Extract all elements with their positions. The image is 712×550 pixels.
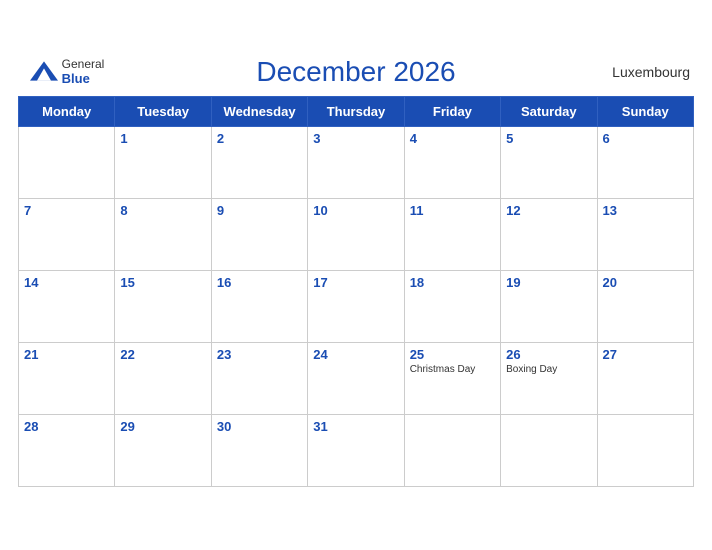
- calendar-cell: 16: [211, 270, 307, 342]
- calendar-cell: 11: [404, 198, 500, 270]
- day-number: 22: [120, 347, 205, 362]
- day-number: 15: [120, 275, 205, 290]
- day-number: 18: [410, 275, 495, 290]
- calendar-container: General Blue December 2026 Luxembourg Mo…: [0, 46, 712, 505]
- calendar-cell: 4: [404, 126, 500, 198]
- calendar-cell: [597, 414, 693, 486]
- calendar-table: Monday Tuesday Wednesday Thursday Friday…: [18, 96, 694, 487]
- header-monday: Monday: [19, 96, 115, 126]
- day-number: 9: [217, 203, 302, 218]
- table-row: 123456: [19, 126, 694, 198]
- day-number: 26: [506, 347, 591, 362]
- day-number: 8: [120, 203, 205, 218]
- day-number: 16: [217, 275, 302, 290]
- day-number: 28: [24, 419, 109, 434]
- country-label: Luxembourg: [600, 64, 690, 80]
- generalblue-logo-icon: [30, 61, 58, 81]
- calendar-cell: 29: [115, 414, 211, 486]
- calendar-cell: 12: [501, 198, 597, 270]
- header-tuesday: Tuesday: [115, 96, 211, 126]
- table-row: 28 29 30 31: [19, 414, 694, 486]
- calendar-cell: 1: [115, 126, 211, 198]
- calendar-cell: 31: [308, 414, 404, 486]
- table-row: 14 15 16 17 18 19 20: [19, 270, 694, 342]
- day-number: 7: [24, 203, 109, 218]
- calendar-cell: 21: [19, 342, 115, 414]
- table-row: 789 10 11 12 13: [19, 198, 694, 270]
- calendar-header: General Blue December 2026 Luxembourg: [18, 56, 694, 88]
- calendar-cell: 8: [115, 198, 211, 270]
- calendar-cell: 25 Christmas Day: [404, 342, 500, 414]
- calendar-cell: 24: [308, 342, 404, 414]
- calendar-cell: 10: [308, 198, 404, 270]
- calendar-cell: 14: [19, 270, 115, 342]
- day-number: 17: [313, 275, 398, 290]
- day-number: 11: [410, 203, 495, 218]
- calendar-cell: 18: [404, 270, 500, 342]
- calendar-cell: 17: [308, 270, 404, 342]
- calendar-cell: [404, 414, 500, 486]
- calendar-cell: 22: [115, 342, 211, 414]
- table-row: 21 22 23 24 25 Christmas Day 26 Boxing Day 27: [19, 342, 694, 414]
- day-number: 24: [313, 347, 398, 362]
- day-number: 23: [217, 347, 302, 362]
- day-number: 25: [410, 347, 495, 362]
- day-number: 1: [120, 131, 205, 146]
- calendar-cell: 3: [308, 126, 404, 198]
- day-number: 12: [506, 203, 591, 218]
- day-number: 6: [603, 131, 688, 146]
- calendar-cell: 9: [211, 198, 307, 270]
- logo-general-text: General: [62, 57, 105, 71]
- day-number: 31: [313, 419, 398, 434]
- header-wednesday: Wednesday: [211, 96, 307, 126]
- day-number: 2: [217, 131, 302, 146]
- logo-blue-text: Blue: [62, 71, 105, 87]
- calendar-cell: 2: [211, 126, 307, 198]
- day-number: 21: [24, 347, 109, 362]
- weekday-header-row: Monday Tuesday Wednesday Thursday Friday…: [19, 96, 694, 126]
- calendar-cell: 19: [501, 270, 597, 342]
- calendar-cell: [501, 414, 597, 486]
- day-number: 10: [313, 203, 398, 218]
- calendar-cell: 15: [115, 270, 211, 342]
- day-number: 30: [217, 419, 302, 434]
- holiday-label: Christmas Day: [410, 364, 495, 375]
- month-title: December 2026: [112, 56, 600, 88]
- calendar-cell: 13: [597, 198, 693, 270]
- day-number: 5: [506, 131, 591, 146]
- holiday-label: Boxing Day: [506, 364, 591, 375]
- header-sunday: Sunday: [597, 96, 693, 126]
- calendar-cell: 7: [19, 198, 115, 270]
- header-thursday: Thursday: [308, 96, 404, 126]
- calendar-cell: 28: [19, 414, 115, 486]
- day-number: 27: [603, 347, 688, 362]
- calendar-cell: 26 Boxing Day: [501, 342, 597, 414]
- calendar-cell: 6: [597, 126, 693, 198]
- calendar-cell: [19, 126, 115, 198]
- calendar-cell: 5: [501, 126, 597, 198]
- day-number: 14: [24, 275, 109, 290]
- header-friday: Friday: [404, 96, 500, 126]
- day-number: 3: [313, 131, 398, 146]
- calendar-cell: 27: [597, 342, 693, 414]
- logo-area: General Blue: [22, 57, 112, 87]
- header-saturday: Saturday: [501, 96, 597, 126]
- calendar-cell: 30: [211, 414, 307, 486]
- day-number: 29: [120, 419, 205, 434]
- calendar-cell: 20: [597, 270, 693, 342]
- day-number: 20: [603, 275, 688, 290]
- day-number: 19: [506, 275, 591, 290]
- calendar-cell: 23: [211, 342, 307, 414]
- day-number: 4: [410, 131, 495, 146]
- day-number: 13: [603, 203, 688, 218]
